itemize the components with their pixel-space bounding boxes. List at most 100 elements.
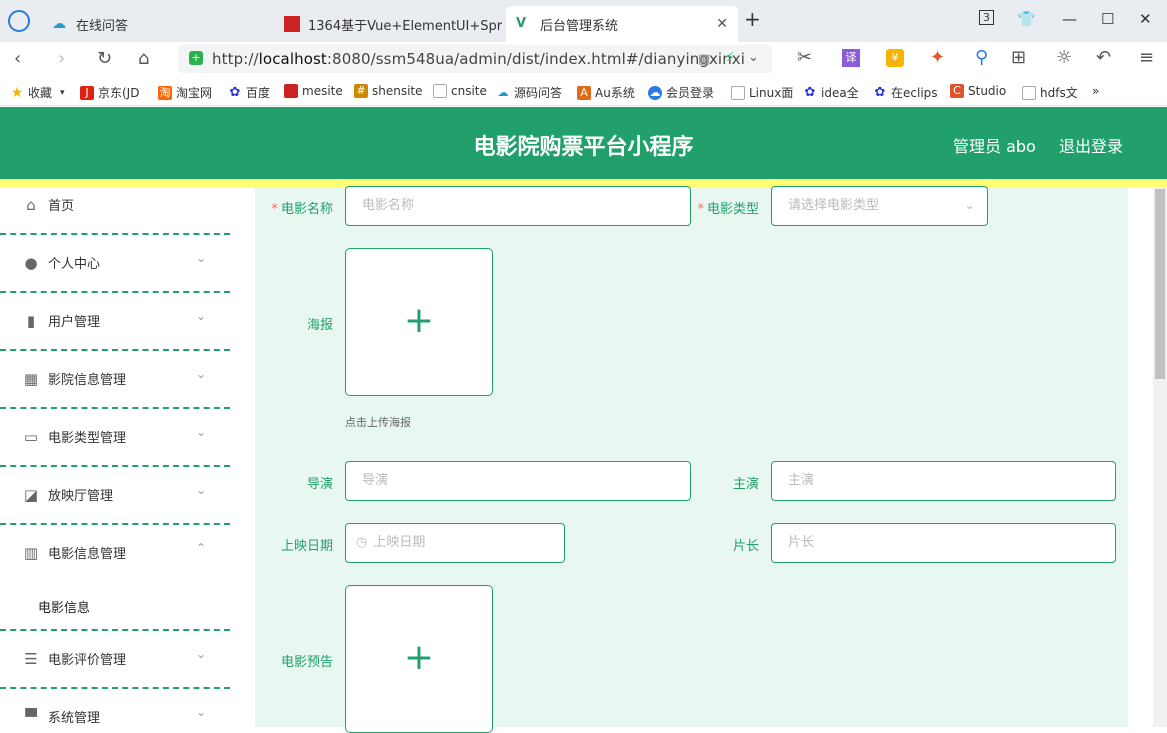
secure-icon: +	[189, 51, 203, 65]
actor-input[interactable]: 主演	[771, 461, 1116, 501]
page-icon	[731, 85, 745, 100]
bookmark-idea[interactable]: ✿ idea全	[803, 84, 859, 101]
tab-label: 1364基于Vue+ElementUI+Spr	[308, 18, 502, 34]
new-tab-icon[interactable]: +	[744, 7, 761, 31]
sidebar-item-movie-type-management[interactable]: ▭ 电影类型管理 ⌄	[0, 409, 232, 467]
sidebar-item-personal-center[interactable]: ● 个人中心 ⌄	[0, 235, 232, 293]
bookmark-jd[interactable]: J 京东(JD	[80, 84, 139, 101]
required-mark: *	[697, 202, 704, 217]
sidebar-item-review-management[interactable]: ☰ 电影评价管理 ⌄	[0, 631, 232, 689]
tab-online-qa[interactable]: ☁ 在线问答	[42, 6, 262, 42]
poster-upload[interactable]: +	[345, 248, 493, 396]
bookmark-source-qa[interactable]: ☁ 源码问答	[496, 84, 563, 101]
tab-vue-project[interactable]: 1364基于Vue+ElementUI+Spr	[274, 6, 502, 42]
date-placeholder: 上映日期	[373, 535, 426, 550]
undo-icon[interactable]: ↶	[1096, 48, 1111, 68]
bookmark-member-login[interactable]: ☁ 会员登录	[648, 84, 714, 101]
tab-label: 后台管理系统	[540, 18, 619, 34]
bookmark-taobao[interactable]: 淘淘宝网	[158, 84, 212, 101]
forward-icon[interactable]: ›	[58, 49, 65, 69]
tab-admin-system[interactable]: V 后台管理系统 ✕	[506, 6, 738, 42]
bookmark-more[interactable]: »	[1092, 84, 1099, 98]
scrollbar-thumb[interactable]	[1155, 189, 1165, 379]
label-text: 电影类型	[706, 202, 759, 217]
bookmark-label: cnsite	[451, 84, 487, 98]
sidebar-item-hall-management[interactable]: ◪ 放映厅管理 ⌄	[0, 467, 232, 525]
bookmark-label: 在eclips	[891, 86, 938, 100]
grid-icon: ▦	[23, 370, 39, 388]
tab-count-badge[interactable]: 3	[979, 10, 994, 25]
maximize-icon[interactable]: ☐	[1101, 10, 1114, 28]
lightning-icon[interactable]: ⚡	[725, 48, 735, 68]
menu-icon[interactable]: ≡	[1139, 48, 1154, 68]
trailer-label: 电影预告	[280, 655, 333, 670]
au-icon: A	[577, 85, 591, 100]
movie-name-label: * 电影名称	[255, 198, 333, 217]
url-text[interactable]: http://localhost:8080/ssm548ua/admin/dis…	[212, 50, 745, 68]
bookmark-label: hdfs文	[1040, 86, 1078, 100]
bookmark-mesite[interactable]: mesite	[284, 84, 343, 98]
sidebar-item-cinema-management[interactable]: ▦ 影院信息管理 ⌄	[0, 351, 232, 409]
chevron-down-icon: ⌄	[964, 198, 975, 213]
skin-icon[interactable]: 👕	[1017, 10, 1036, 28]
url-path: :8080/ssm548ua/admin/dist/index.html#/di…	[326, 50, 746, 68]
bookmark-label: 百度	[246, 86, 271, 100]
sliders-icon: ☰	[24, 650, 38, 668]
bookmark-label: mesite	[302, 84, 343, 98]
sidebar-item-home[interactable]: ⌂ 首页	[0, 187, 232, 235]
apps-icon[interactable]: ⊞	[1011, 48, 1026, 68]
sidebar-item-system-management[interactable]: ▀ 系统管理 ⌄	[0, 689, 232, 727]
page-icon	[1022, 85, 1036, 100]
plus-icon: +	[403, 637, 435, 678]
close-tab-icon[interactable]: ✕	[716, 16, 728, 32]
chevron-down-icon: ⌄	[196, 309, 207, 323]
cloud-icon: ☁	[497, 85, 509, 99]
bookmark-linux[interactable]: Linux面	[731, 84, 793, 101]
chevron-down-icon: ⌄	[196, 647, 207, 661]
reload-icon[interactable]: ↻	[97, 49, 112, 69]
bookmark-label: 源码问答	[514, 86, 563, 100]
duration-label: 片长	[732, 539, 759, 554]
home-page-icon[interactable]: ⌂	[138, 49, 149, 69]
chevron-down-icon: ⌄	[196, 425, 207, 439]
bookmark-favorites[interactable]: ★ 收藏 ▾	[10, 84, 65, 101]
search-icon[interactable]: ⚲	[975, 48, 988, 68]
translate-icon[interactable]: 译	[842, 49, 860, 67]
sidebar: ⌂ 首页 ● 个人中心 ⌄ ▮ 用户管理 ⌄ ▦ 影院信息管理 ⌄ ▭ 电影类型…	[0, 187, 232, 727]
caret-down-icon: ▾	[60, 87, 65, 98]
sidebar-item-label: 电影信息管理	[48, 547, 127, 562]
sidebar-item-user-management[interactable]: ▮ 用户管理 ⌄	[0, 293, 232, 351]
close-window-icon[interactable]: ✕	[1139, 10, 1152, 28]
book-icon: ▮	[26, 312, 36, 330]
bookmark-eclipse[interactable]: ✿ 在eclips	[873, 84, 938, 101]
browser-logo-icon[interactable]	[8, 10, 30, 32]
qr-icon[interactable]: ▦	[698, 50, 710, 70]
monitor-icon: ▀	[25, 708, 37, 726]
scissors-icon[interactable]: ✂	[797, 48, 812, 68]
bookmark-hdfs[interactable]: hdfs文	[1022, 84, 1078, 101]
sidebar-item-label: 放映厅管理	[48, 489, 114, 504]
duration-input[interactable]: 片长	[771, 523, 1116, 563]
tab-favicon-icon	[284, 16, 300, 32]
bookmark-cnsite[interactable]: cnsite	[433, 84, 487, 98]
brightness-icon[interactable]: ☼	[1056, 48, 1072, 68]
game-icon[interactable]: ✦	[930, 48, 945, 68]
chevron-down-icon: ⌄	[196, 483, 207, 497]
movie-type-select[interactable]: 请选择电影类型 ⌄	[771, 186, 988, 226]
director-input[interactable]: 导演	[345, 461, 691, 501]
movie-name-input[interactable]: 电影名称	[345, 186, 691, 226]
tab-label: 在线问答	[76, 18, 129, 34]
bookmark-label: 会员登录	[666, 86, 715, 100]
bookmark-shensite[interactable]: # shensite	[354, 84, 423, 98]
bookmark-baidu[interactable]: ✿ 百度	[228, 84, 270, 101]
coin-icon[interactable]: ¥	[886, 49, 904, 67]
bookmark-au[interactable]: A Au系统	[577, 84, 635, 101]
release-date-picker[interactable]: ◷ 上映日期	[345, 523, 565, 563]
sidebar-item-label: 用户管理	[48, 315, 101, 330]
trailer-upload[interactable]: +	[345, 585, 493, 733]
dropdown-icon[interactable]: ⌄	[748, 48, 759, 68]
back-icon[interactable]: ‹	[14, 49, 21, 69]
logout-button[interactable]: 退出登录	[1059, 133, 1123, 157]
minimize-icon[interactable]: —	[1062, 10, 1077, 28]
bookmark-studio[interactable]: C Studio	[950, 84, 1006, 98]
